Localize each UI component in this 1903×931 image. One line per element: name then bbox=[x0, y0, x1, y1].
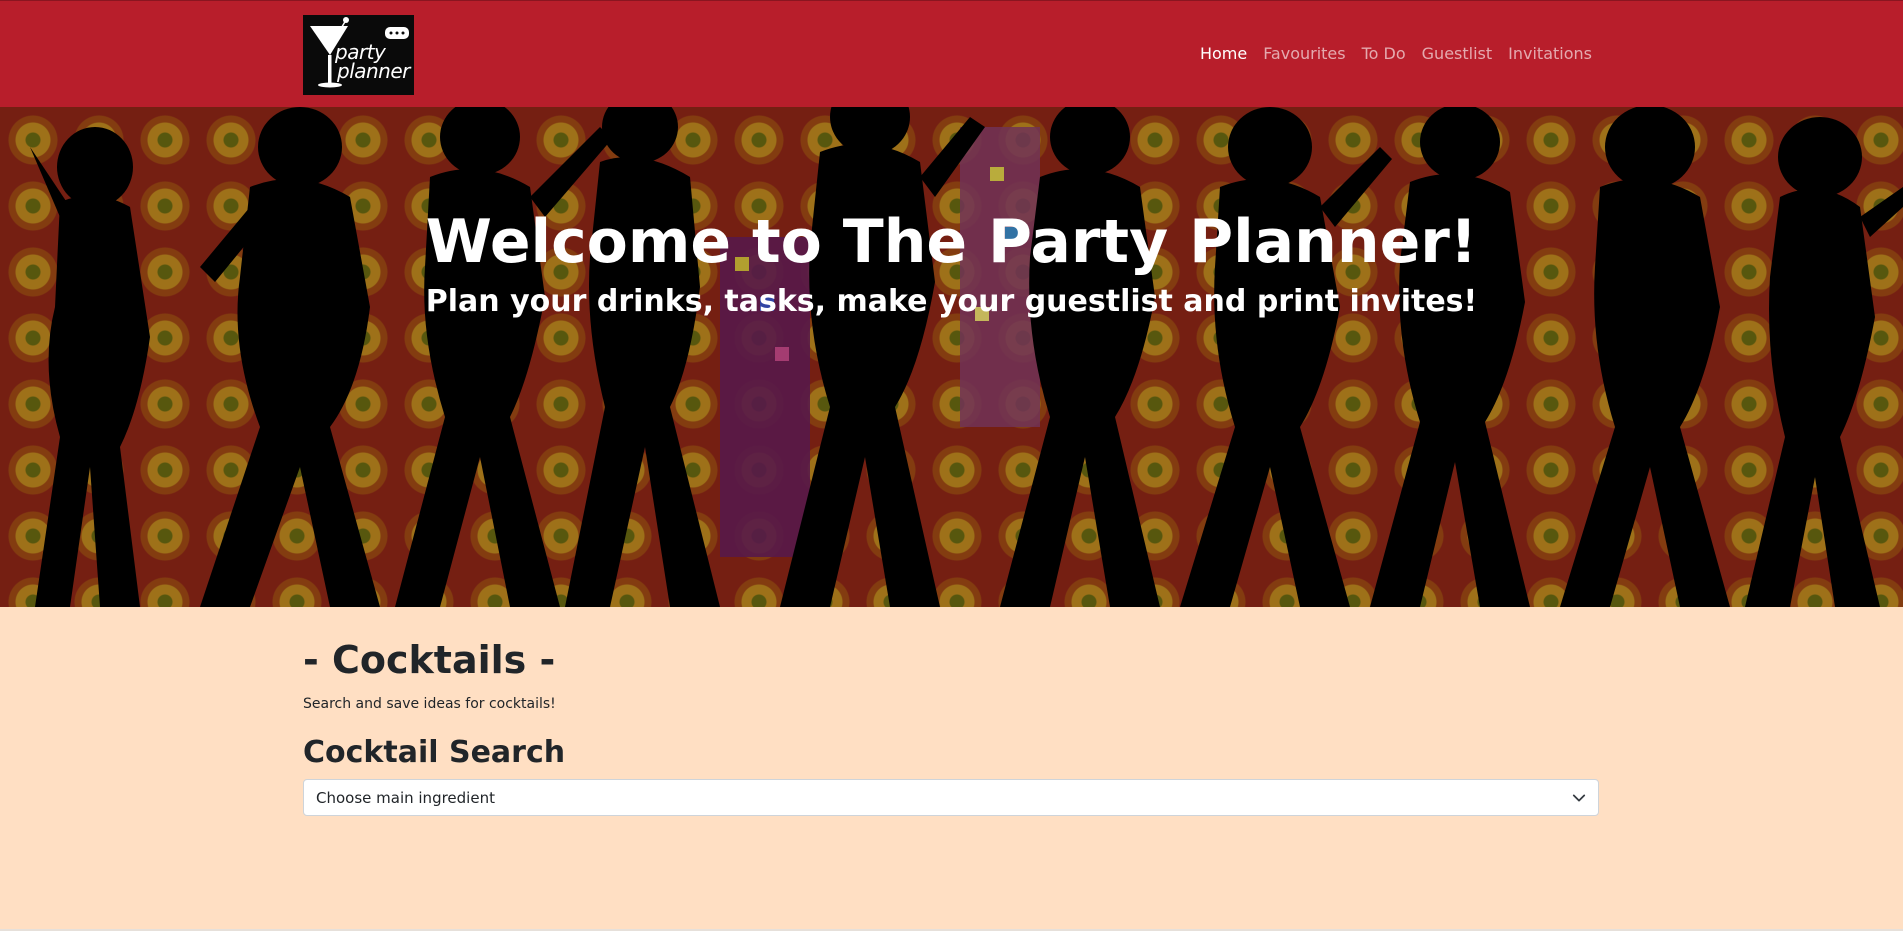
brand-logo[interactable]: party planner bbox=[303, 15, 414, 95]
chevron-down-icon bbox=[1572, 794, 1586, 802]
page: party planner Home Favourites To Do Gues… bbox=[0, 0, 1903, 931]
cocktails-heading: - Cocktails - bbox=[303, 638, 556, 682]
hero-title: Welcome to The Party Planner! bbox=[425, 207, 1478, 277]
logo-line-2: planner bbox=[337, 59, 410, 83]
hero-overlay bbox=[0, 107, 1903, 607]
cocktail-search-heading: Cocktail Search bbox=[303, 735, 566, 770]
navbar: party planner Home Favourites To Do Gues… bbox=[0, 0, 1903, 107]
nav-item-guestlist[interactable]: Guestlist bbox=[1422, 44, 1493, 63]
nav-item-todo[interactable]: To Do bbox=[1362, 44, 1406, 63]
nav-links: Home Favourites To Do Guestlist Invitati… bbox=[1200, 44, 1592, 63]
brand-logo-text: party planner bbox=[335, 42, 410, 83]
nav-item-invitations[interactable]: Invitations bbox=[1508, 44, 1592, 63]
main-ingredient-select[interactable]: Choose main ingredient bbox=[303, 779, 1599, 816]
hero-subtitle: Plan your drinks, tasks, make your guest… bbox=[425, 284, 1478, 319]
hero-banner: Welcome to The Party Planner! Plan your … bbox=[0, 107, 1903, 607]
nav-item-home[interactable]: Home bbox=[1200, 44, 1247, 63]
main-ingredient-select-value: Choose main ingredient bbox=[316, 789, 495, 807]
nav-item-favourites[interactable]: Favourites bbox=[1263, 44, 1345, 63]
cocktails-description: Search and save ideas for cocktails! bbox=[303, 696, 556, 712]
